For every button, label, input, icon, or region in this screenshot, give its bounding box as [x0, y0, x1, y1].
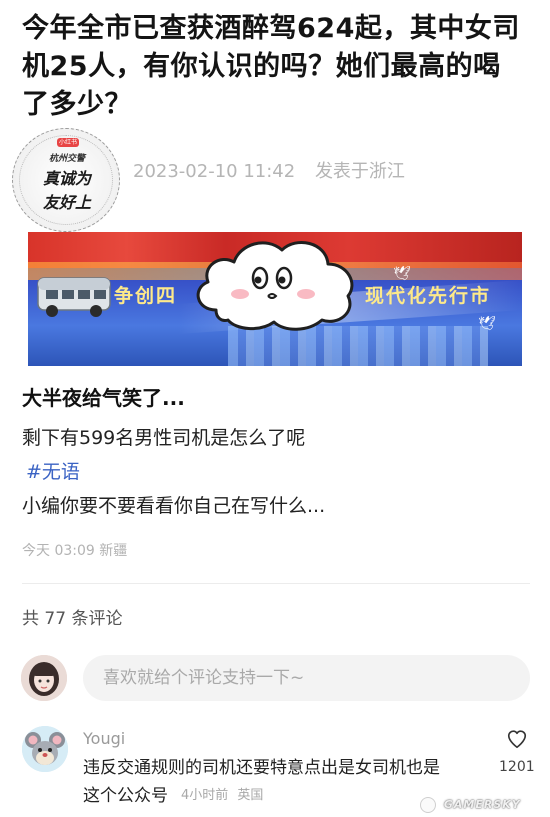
- section-divider: [22, 583, 530, 584]
- xiaohongshu-post-page: 今年全市已查获酒醉驾624起，其中女司机25人，有你认识的吗？她们最高的喝了多少…: [0, 0, 550, 817]
- cloud-sticker-icon: [196, 241, 354, 331]
- stamp-line-2: 真诚为: [42, 169, 91, 188]
- article-title[interactable]: 今年全市已查获酒醉驾624起，其中女司机25人，有你认识的吗？她们最高的喝了多少…: [22, 10, 527, 124]
- banner-text-left: 争创四: [114, 285, 178, 307]
- post-hashtag-link[interactable]: #无语: [26, 459, 80, 485]
- commenter-avatar[interactable]: [22, 726, 68, 772]
- gamersky-watermark: GAMERSKY: [420, 794, 550, 816]
- banner-city-skyline: [228, 326, 488, 366]
- article-meta: 2023-02-10 11:42 发表于浙江: [133, 160, 419, 184]
- account-stamp-logo[interactable]: 小红书 杭州交警 真诚为 友好上: [12, 128, 120, 232]
- stamp-line-1: 杭州交警: [48, 154, 85, 164]
- user-avatar-icon: [21, 655, 67, 701]
- bus-icon: [37, 277, 111, 317]
- comment-time: 4小时前: [181, 788, 229, 803]
- comment-meta: 4小时前 英国: [181, 786, 268, 806]
- dove-icon: 🕊: [393, 266, 411, 282]
- mouse-avatar-icon: [22, 726, 68, 772]
- banner-text-right: 现代化先行市: [365, 285, 492, 307]
- comments-count: 共 77 条评论: [22, 609, 123, 629]
- current-user-avatar[interactable]: [21, 655, 67, 701]
- post-meta: 今天 03:09 新疆: [22, 543, 128, 559]
- stamp-line-3: 友好上: [42, 193, 91, 212]
- heart-like-icon[interactable]: [506, 728, 528, 750]
- comment-text-line: 这个公众号: [83, 786, 168, 806]
- dove-icon: 🕊: [478, 316, 496, 332]
- comment-input[interactable]: 喜欢就给个评论支持一下~: [83, 655, 530, 701]
- watermark-text: GAMERSKY: [443, 798, 521, 811]
- post-heading: 大半夜给气笑了...: [22, 386, 185, 410]
- comment-text-line: 违反交通规则的司机还要特意点出是女司机也是: [83, 758, 440, 778]
- comment-location: 英国: [237, 788, 264, 803]
- post-text-line: 剩下有599名男性司机是怎么了呢: [22, 427, 306, 449]
- article-location: 发表于浙江: [314, 161, 405, 182]
- weibo-logo-icon: [420, 797, 436, 813]
- like-count: 1201: [499, 759, 535, 775]
- article-date: 2023-02-10 11:42: [133, 161, 296, 182]
- stamp-tag: 小红书: [57, 138, 79, 147]
- comment-author[interactable]: Yougi: [83, 728, 125, 750]
- post-text-line: 小编你要不要看看你自己在写什么...: [22, 495, 326, 517]
